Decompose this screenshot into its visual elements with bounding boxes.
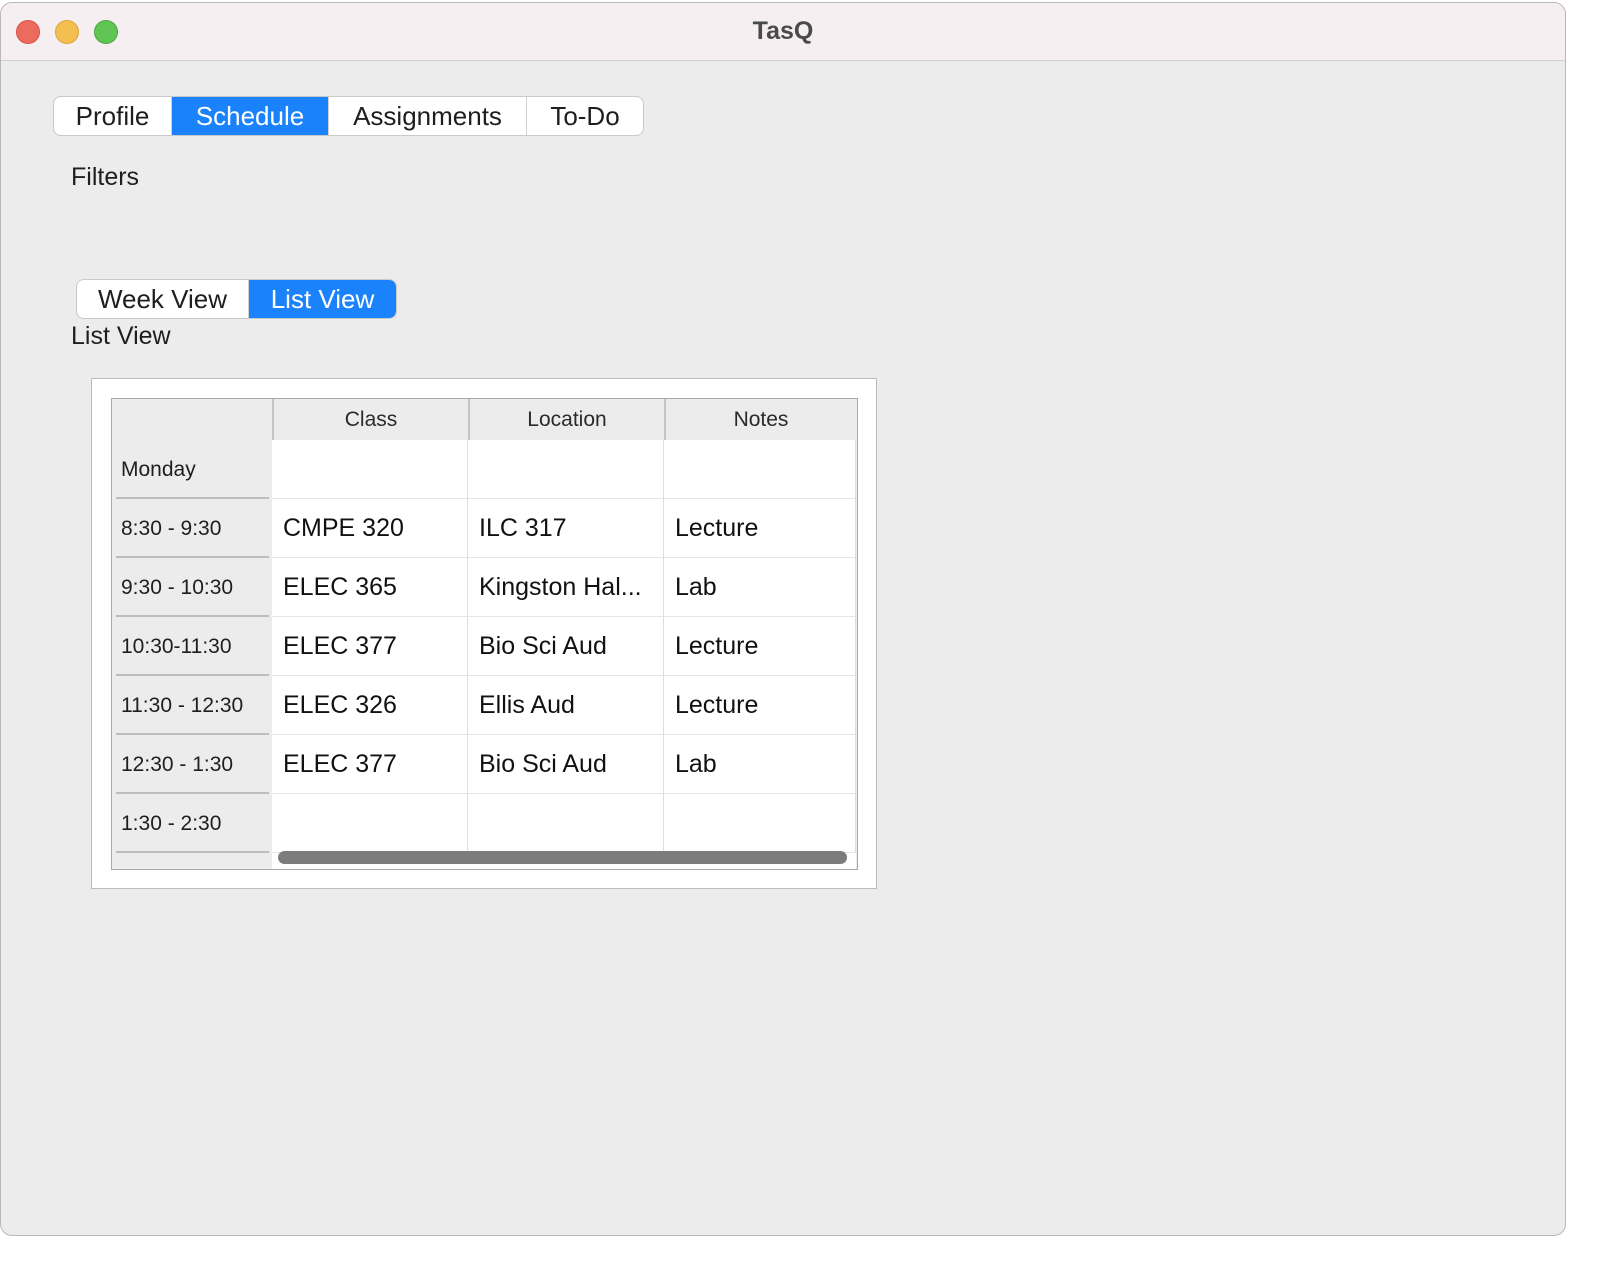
table-cell-location[interactable]: Bio Sci Aud <box>468 735 664 794</box>
table-cell-notes[interactable]: Lab <box>664 735 856 794</box>
table-cell-class[interactable]: ELEC 326 <box>272 676 468 735</box>
view-toggle: Week View List View <box>76 279 397 319</box>
table-cell-notes[interactable] <box>664 794 856 853</box>
table-cell-location[interactable]: Bio Sci Aud <box>468 617 664 676</box>
tab-todo[interactable]: To-Do <box>527 97 643 135</box>
row-header-time: 10:30-11:30 <box>116 617 269 676</box>
table-cell-class[interactable] <box>272 440 468 499</box>
tab-schedule[interactable]: Schedule <box>172 97 329 135</box>
row-header-time: 12:30 - 1:30 <box>116 735 269 794</box>
table-cell-notes[interactable] <box>664 440 856 499</box>
tab-assignments[interactable]: Assignments <box>329 97 527 135</box>
table-cell-location[interactable]: Ellis Aud <box>468 676 664 735</box>
table-cell-class[interactable]: ELEC 365 <box>272 558 468 617</box>
table-cell-notes[interactable]: Lecture <box>664 499 856 558</box>
list-view-button[interactable]: List View <box>249 280 396 318</box>
column-header-class[interactable]: Class <box>272 399 468 440</box>
table-cell-notes[interactable]: Lab <box>664 558 856 617</box>
schedule-table[interactable]: Class Location Notes Monday 8:30 - 9:30 … <box>111 398 858 870</box>
table-cell-class[interactable] <box>272 794 468 853</box>
table-cell-notes[interactable]: Lecture <box>664 676 856 735</box>
filters-label: Filters <box>71 163 140 191</box>
view-heading: List View <box>71 322 171 350</box>
window-title: TasQ <box>752 17 814 45</box>
tab-profile[interactable]: Profile <box>54 97 172 135</box>
column-header-notes[interactable]: Notes <box>664 399 856 440</box>
row-header-day: Monday <box>116 440 269 499</box>
table-cell-class[interactable]: CMPE 320 <box>272 499 468 558</box>
table-cell-notes[interactable]: Lecture <box>664 617 856 676</box>
table-cell-location[interactable] <box>468 794 664 853</box>
main-tab-bar: Profile Schedule Assignments To-Do <box>53 96 644 136</box>
table-cell-location[interactable]: ILC 317 <box>468 499 664 558</box>
title-bar[interactable]: TasQ <box>1 3 1565 61</box>
week-view-button[interactable]: Week View <box>77 280 249 318</box>
schedule-table-frame: Class Location Notes Monday 8:30 - 9:30 … <box>91 378 877 889</box>
row-header-time: 8:30 - 9:30 <box>116 499 269 558</box>
table-cell-class[interactable]: ELEC 377 <box>272 617 468 676</box>
table-body: CMPE 320 ILC 317 Lecture ELEC 365 Kingst… <box>272 440 856 869</box>
table-cell-class[interactable]: ELEC 377 <box>272 735 468 794</box>
row-header-time: 9:30 - 10:30 <box>116 558 269 617</box>
row-header-time: 11:30 - 12:30 <box>116 676 269 735</box>
scrollbar-thumb[interactable] <box>278 851 847 864</box>
column-header-location[interactable]: Location <box>468 399 664 440</box>
table-cell-location[interactable]: Kingston Hal... <box>468 558 664 617</box>
table-corner-header <box>112 399 272 440</box>
app-window: TasQ Profile Schedule Assignments To-Do … <box>0 2 1566 1236</box>
row-header-time: 1:30 - 2:30 <box>116 794 269 853</box>
horizontal-scrollbar[interactable] <box>272 851 856 869</box>
table-cell-location[interactable] <box>468 440 664 499</box>
